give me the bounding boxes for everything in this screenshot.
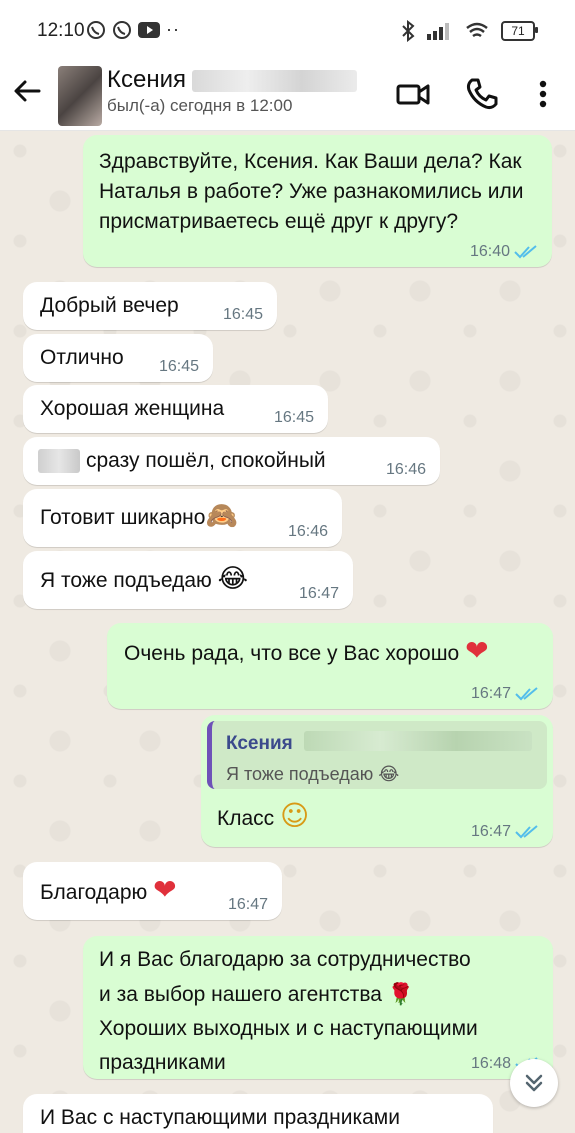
laughing-emoji: 😂 — [378, 764, 400, 785]
more-notifications-icon: ·· — [166, 19, 180, 39]
message-text: И Вас с наступающими праздниками — [40, 1106, 400, 1129]
heart-emoji: ❤ — [465, 634, 489, 667]
bluetooth-icon — [402, 20, 415, 42]
message-bubble[interactable]: Я тоже подъедаю 😂 16:47 — [23, 551, 353, 609]
message-time: 16:47 — [227, 896, 268, 913]
status-bar: 12:10 ·· 71 — [0, 0, 575, 62]
message-bubble[interactable]: Благодарю ❤ 16:47 — [23, 862, 282, 920]
phone-icon[interactable] — [462, 74, 502, 114]
double-check-icon — [515, 687, 538, 701]
message-time: 16:48 — [470, 1055, 511, 1072]
quoted-text-row: Я тоже подъедаю 😂 — [226, 759, 399, 790]
avatar[interactable] — [58, 66, 102, 126]
message-text-row: Класс ☺ — [217, 801, 309, 834]
blurred-surname — [304, 731, 532, 751]
message-time: 16:46 — [287, 523, 328, 540]
back-arrow-icon[interactable] — [12, 76, 42, 106]
message-bubble[interactable]: И Вас с наступающими праздниками — [23, 1094, 493, 1133]
message-text-block: И я Вас благодарю за сотрудничество и за… — [99, 943, 478, 1080]
message-text: Класс — [217, 807, 275, 830]
wifi-icon — [466, 22, 488, 38]
message-text-row: Я тоже подъедаю 😂 — [40, 564, 248, 596]
message-text-row: Готовит шикарно🙈 — [40, 501, 238, 533]
message-meta: 16:47 — [471, 685, 539, 703]
message-text-row: Очень рада, что все у Вас хорошо ❤ — [124, 636, 489, 669]
quoted-message[interactable]: Ксения Я тоже подъедаю 😂 — [207, 721, 547, 789]
viber-icon — [87, 20, 105, 39]
rose-emoji: 🌹 — [387, 982, 414, 1006]
message-meta: 16:40 — [470, 243, 538, 261]
scroll-down-icon — [525, 1074, 543, 1092]
last-seen: был(-а) сегодня в 12:00 — [107, 96, 293, 115]
message-time: 16:47 — [470, 823, 511, 840]
message-bubble[interactable]: Здравствуйте, Ксения. Как Ваши дела? Как… — [83, 135, 552, 267]
scroll-down-button[interactable] — [510, 1059, 558, 1107]
see-no-evil-emoji: 🙈 — [205, 501, 238, 531]
message-line: Хороших выходных и с наступающими — [99, 1017, 478, 1040]
message-line-row: и за выбор нашего агентства 🌹 — [99, 977, 478, 1012]
message-text: Очень рада, что все у Вас хорошо — [124, 642, 460, 665]
message-bubble[interactable]: Очень рада, что все у Вас хорошо ❤ 16:47 — [107, 623, 553, 709]
message-bubble[interactable]: И я Вас благодарю за сотрудничество и за… — [83, 936, 553, 1079]
message-text: Добрый вечер — [40, 294, 179, 317]
message-time: 16:40 — [469, 243, 510, 260]
double-check-icon — [514, 245, 537, 259]
quoted-text: Я тоже подъедаю — [226, 764, 374, 784]
system-icons: 71 — [401, 20, 538, 42]
double-check-icon — [515, 825, 538, 839]
message-text-row: сразу пошёл, спокойный — [38, 446, 326, 476]
message-line: праздниками — [99, 1051, 226, 1074]
message-bubble[interactable]: Отлично 16:45 — [23, 334, 213, 382]
message-time: 16:45 — [222, 306, 263, 323]
message-bubble[interactable]: Хорошая женщина 16:45 — [23, 385, 328, 433]
battery-icon: 71 — [501, 21, 538, 41]
message-text: Я тоже подъедаю — [40, 569, 212, 592]
message-bubble[interactable]: Готовит шикарно🙈 16:46 — [23, 489, 342, 547]
quoted-sender: Ксения — [226, 733, 293, 754]
contact-name[interactable]: Ксения — [107, 66, 186, 94]
message-line: И я Вас благодарю за сотрудничество — [99, 948, 471, 971]
signal-icon — [427, 23, 449, 40]
message-bubble[interactable]: сразу пошёл, спокойный 16:46 — [23, 437, 440, 485]
status-time: 12:10 — [37, 20, 85, 41]
message-text: Готовит шикарно — [40, 506, 206, 529]
video-call-icon[interactable] — [393, 74, 433, 114]
message-bubble[interactable]: Добрый вечер 16:45 — [23, 282, 277, 330]
message-text: Хорошая женщина — [40, 397, 225, 420]
message-time: 16:47 — [298, 585, 339, 602]
notification-icons: ·· — [86, 19, 180, 40]
message-text: Благодарю — [40, 881, 148, 904]
message-bubble[interactable]: Ксения Я тоже подъедаю 😂 Класс ☺ 16:47 — [201, 715, 553, 847]
message-time: 16:45 — [158, 358, 199, 375]
message-text-row: Благодарю ❤ — [40, 875, 177, 908]
more-options-icon[interactable] — [523, 74, 563, 114]
blurred-name — [38, 449, 80, 474]
viber-icon — [113, 20, 131, 39]
heart-emoji: ❤ — [153, 873, 177, 906]
message-line: и за выбор нашего агентства — [99, 983, 382, 1006]
blurred-surname — [192, 70, 357, 92]
battery-level: 71 — [511, 24, 525, 38]
message-time: 16:47 — [470, 685, 511, 702]
chat-area[interactable]: Здравствуйте, Ксения. Как Ваши дела? Как… — [0, 131, 575, 1133]
message-text: сразу пошёл, спокойный — [86, 449, 326, 472]
message-time: 16:46 — [385, 461, 426, 478]
laughing-emoji: 😂 — [217, 564, 249, 594]
message-text: Отлично — [40, 346, 124, 369]
chat-header: Ксения был(-а) сегодня в 12:00 — [0, 62, 575, 131]
message-text: Здравствуйте, Ксения. Как Ваши дела? Как… — [99, 150, 524, 233]
message-meta: 16:47 — [471, 823, 539, 841]
youtube-icon — [138, 21, 160, 38]
message-time: 16:45 — [273, 409, 314, 426]
smiling-emoji: ☺ — [280, 799, 310, 832]
